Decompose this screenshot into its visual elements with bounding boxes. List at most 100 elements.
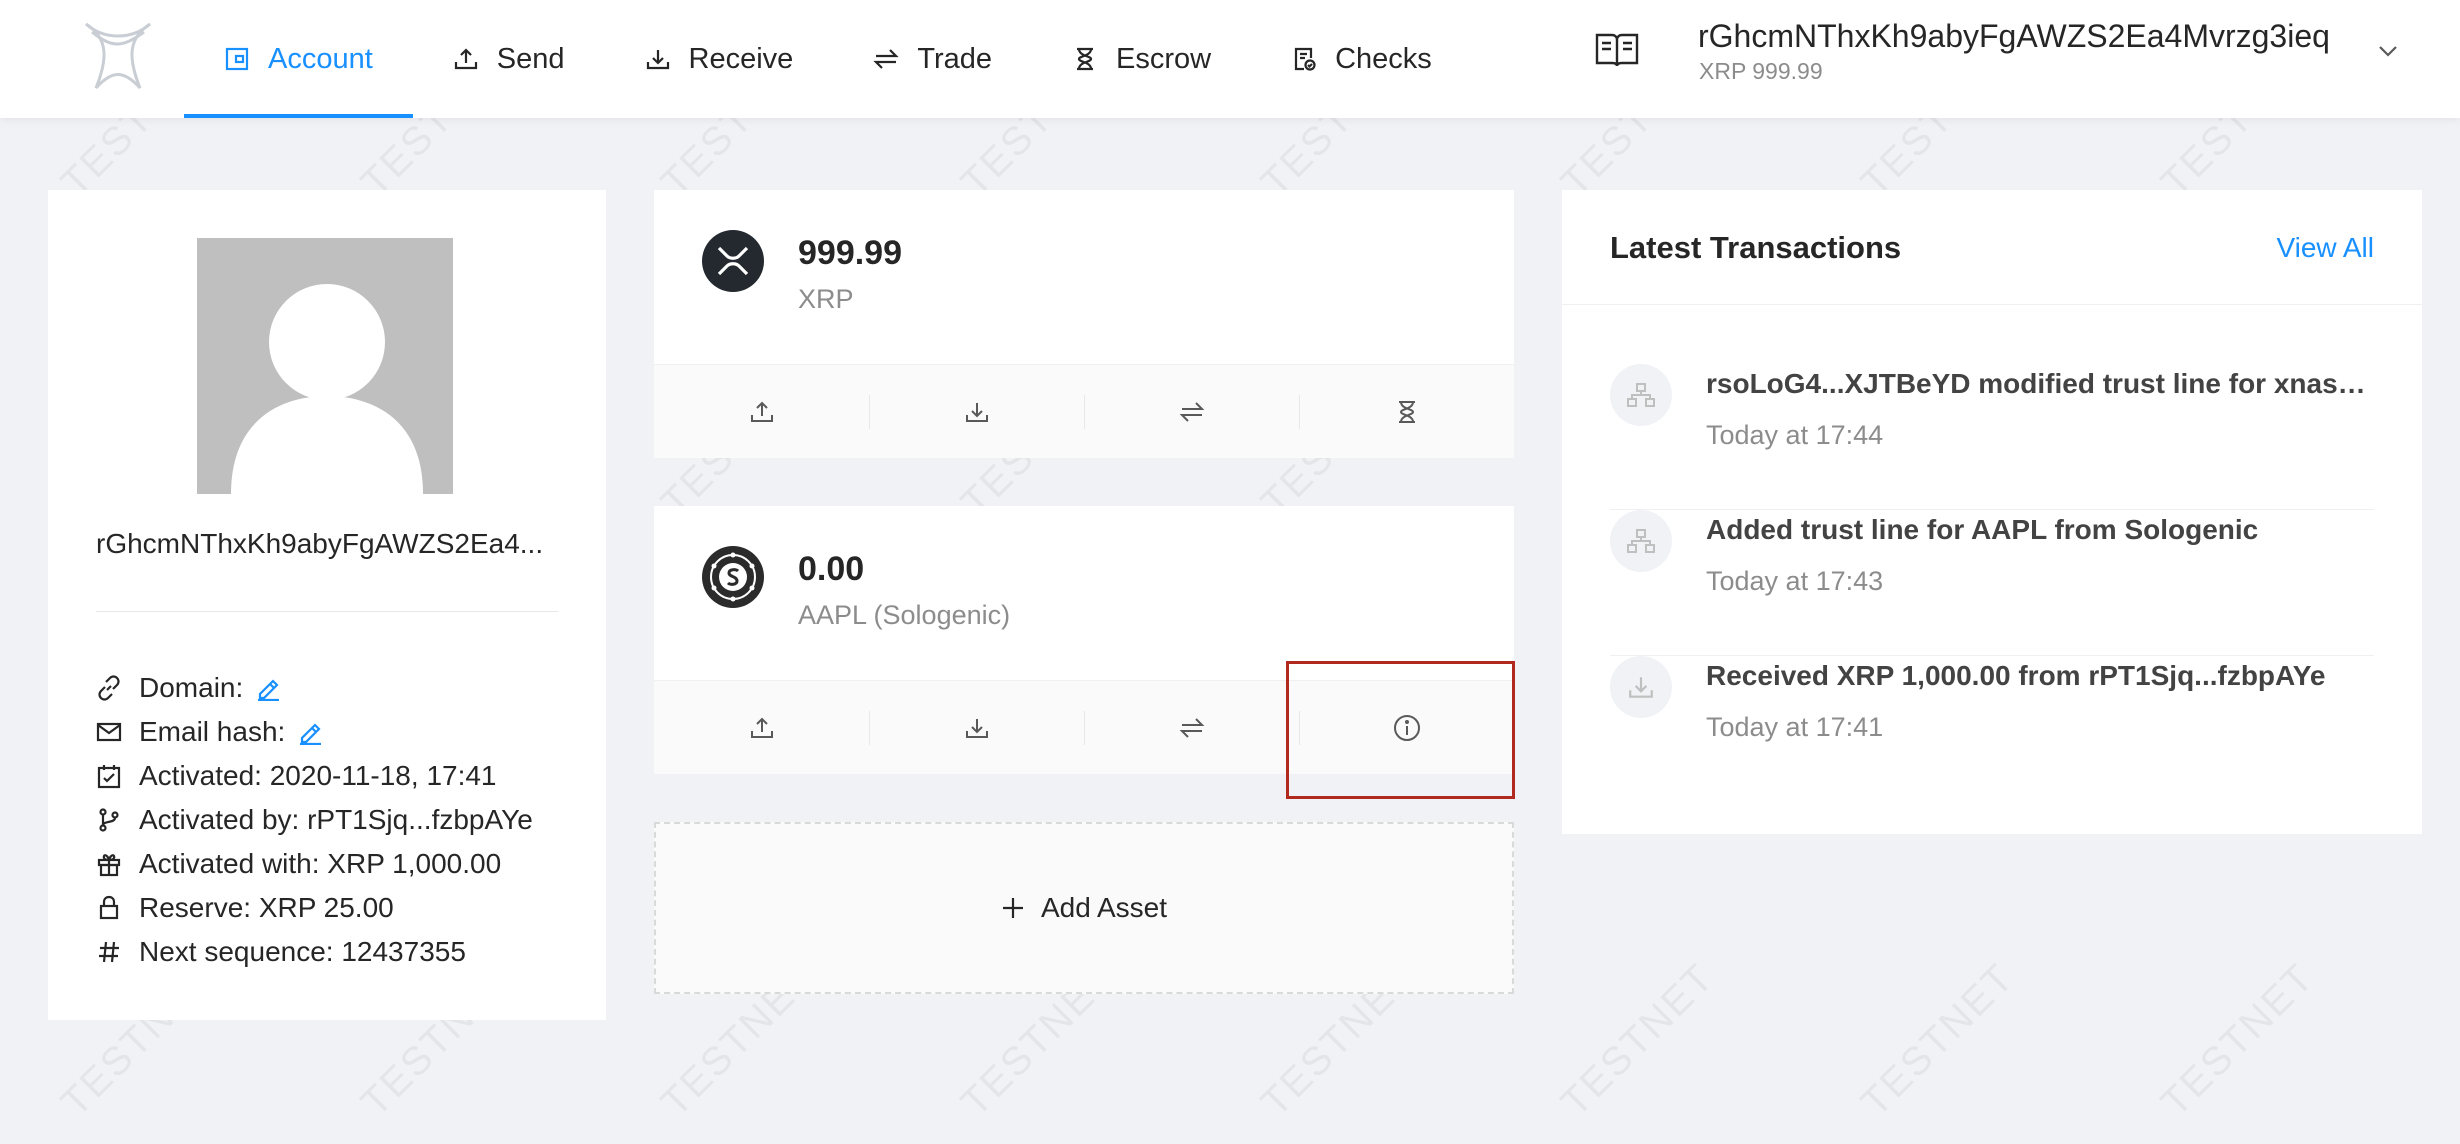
activated-with-row: Activated with: XRP 1,000.00 <box>96 842 533 886</box>
profile-divider <box>96 611 558 612</box>
download-icon <box>646 50 669 70</box>
profile-address: rGhcmNThxKh9abyFgAWZS2Ea4... <box>96 528 544 559</box>
next-sequence-text: Next sequence: 12437355 <box>139 936 466 967</box>
asset-card-xrp: 999.99 XRP <box>654 190 1514 458</box>
edit-email-icon[interactable] <box>297 719 323 745</box>
transaction-text: Received XRP 1,000.00 from rPT1Sjq...fzb… <box>1706 660 2326 691</box>
activated-by-text: Activated by: rPT1Sjq...fzbpAYe <box>139 804 533 835</box>
chevron-down-icon[interactable] <box>2378 44 2398 62</box>
sologenic-logo-icon <box>702 546 764 608</box>
email-row: Email hash: <box>96 710 533 754</box>
address-book-icon[interactable] <box>1594 30 1640 75</box>
account-balance: XRP 999.99 <box>1699 58 1823 84</box>
edit-domain-icon[interactable] <box>255 675 281 701</box>
link-icon <box>96 675 139 701</box>
escrow-button[interactable] <box>1299 365 1514 459</box>
transactions-title: Latest Transactions <box>1610 230 1902 265</box>
view-all-link[interactable]: View All <box>2276 232 2374 264</box>
domain-label: Domain: <box>139 672 244 703</box>
asset-amount: 999.99 <box>798 234 902 272</box>
account-profile-card: rGhcmNThxKh9abyFgAWZS2Ea4... Domain: Ema… <box>48 190 606 1020</box>
watermark-text: TESTNET <box>1852 955 2023 1126</box>
nav-checks[interactable]: Checks <box>1251 0 1472 118</box>
send-button[interactable] <box>654 365 869 459</box>
top-header: Account Send Receive Trade Escrow Checks… <box>0 0 2460 118</box>
add-asset-label: Add Asset <box>1040 892 1168 923</box>
reserve-text: Reserve: XRP 25.00 <box>139 892 394 923</box>
account-info-list: Domain: Email hash: Activated: 2020-11-1… <box>96 666 533 974</box>
transaction-text: Added trust line for AAPL from Sologenic <box>1706 514 2259 545</box>
activated-row: Activated: 2020-11-18, 17:41 <box>96 754 533 798</box>
add-asset-button[interactable]: Add Asset <box>654 822 1514 994</box>
nav-send[interactable]: Send <box>413 0 605 118</box>
activated-by-row: Activated by: rPT1Sjq...fzbpAYe <box>96 798 533 842</box>
avatar <box>197 238 453 494</box>
watermark-text: TESTNET <box>1552 955 1723 1126</box>
nav-trade[interactable]: Trade <box>833 0 1032 118</box>
upload-icon <box>750 717 773 738</box>
transaction-item[interactable]: Received XRP 1,000.00 from rPT1Sjq...fzb… <box>1610 656 2374 802</box>
activated-text: Activated: 2020-11-18, 17:41 <box>139 760 497 791</box>
trade-button[interactable] <box>1084 365 1299 459</box>
asset-actions <box>654 680 1514 774</box>
email-label: Email hash: <box>139 716 286 747</box>
asset-name: XRP <box>798 284 854 314</box>
nav-escrow[interactable]: Escrow <box>1032 0 1251 118</box>
next-sequence-row: Next sequence: 12437355 <box>96 930 533 974</box>
asset-actions <box>654 364 1514 458</box>
hash-icon <box>96 939 139 965</box>
transaction-time: Today at 17:41 <box>1706 712 1884 742</box>
trust-line-icon <box>1610 510 1672 572</box>
check-document-icon <box>1294 47 1316 71</box>
nav-trade-label: Trade <box>917 42 992 75</box>
trade-button[interactable] <box>1084 681 1299 775</box>
nav-checks-label: Checks <box>1335 42 1432 75</box>
hourglass-icon <box>1398 400 1415 423</box>
info-icon <box>1393 714 1420 741</box>
latest-transactions-card: Latest Transactions View All rsoLoG4...X… <box>1562 190 2422 834</box>
transaction-item[interactable]: rsoLoG4...XJTBeYD modified trust line fo… <box>1610 364 2374 510</box>
send-button[interactable] <box>654 681 869 775</box>
activated-with-text: Activated with: XRP 1,000.00 <box>139 848 502 879</box>
domain-row: Domain: <box>96 666 533 710</box>
watermark-text: TESTNET <box>2152 955 2323 1126</box>
receive-button[interactable] <box>869 681 1084 775</box>
xrp-logo-icon <box>702 230 764 292</box>
plus-icon <box>1002 898 1023 918</box>
receive-button[interactable] <box>869 365 1084 459</box>
transaction-text: rsoLoG4...XJTBeYD modified trust line fo… <box>1706 368 2374 399</box>
mail-icon <box>96 719 139 745</box>
main-nav: Account Send Receive Trade Escrow Checks <box>184 0 1472 118</box>
wallet-icon <box>225 47 249 71</box>
upload-icon <box>454 48 477 70</box>
hourglass-icon <box>1077 47 1093 71</box>
swap-icon <box>1179 717 1204 738</box>
nav-receive-label: Receive <box>688 42 794 75</box>
trust-line-icon <box>1610 364 1672 426</box>
asset-card-aapl: 0.00 AAPL (Sologenic) <box>654 506 1514 774</box>
nav-send-label: Send <box>496 42 565 75</box>
download-icon <box>965 402 988 422</box>
nav-account[interactable]: Account <box>184 0 413 118</box>
transaction-time: Today at 17:44 <box>1706 420 1884 450</box>
lock-icon <box>96 895 139 921</box>
app-logo-icon[interactable] <box>78 18 156 96</box>
download-icon <box>1610 656 1672 718</box>
transaction-time: Today at 17:43 <box>1706 566 1884 596</box>
nav-escrow-label: Escrow <box>1116 42 1212 75</box>
account-address[interactable]: rGhcmNThxKh9abyFgAWZS2Ea4Mvrzg3ieq <box>1698 18 2330 55</box>
swap-icon <box>1179 401 1204 422</box>
asset-name: AAPL (Sologenic) <box>798 600 1011 630</box>
asset-amount: 0.00 <box>798 550 865 588</box>
reserve-row: Reserve: XRP 25.00 <box>96 886 533 930</box>
nav-receive[interactable]: Receive <box>605 0 834 118</box>
branch-icon <box>96 807 139 833</box>
transactions-list: rsoLoG4...XJTBeYD modified trust line fo… <box>1610 364 2374 802</box>
gift-icon <box>96 851 139 877</box>
upload-icon <box>750 401 773 422</box>
nav-account-label: Account <box>268 42 373 75</box>
transactions-divider <box>1562 304 2422 305</box>
info-button[interactable] <box>1299 681 1514 775</box>
transaction-item[interactable]: Added trust line for AAPL from Sologenic… <box>1610 510 2374 656</box>
download-icon <box>965 718 988 738</box>
